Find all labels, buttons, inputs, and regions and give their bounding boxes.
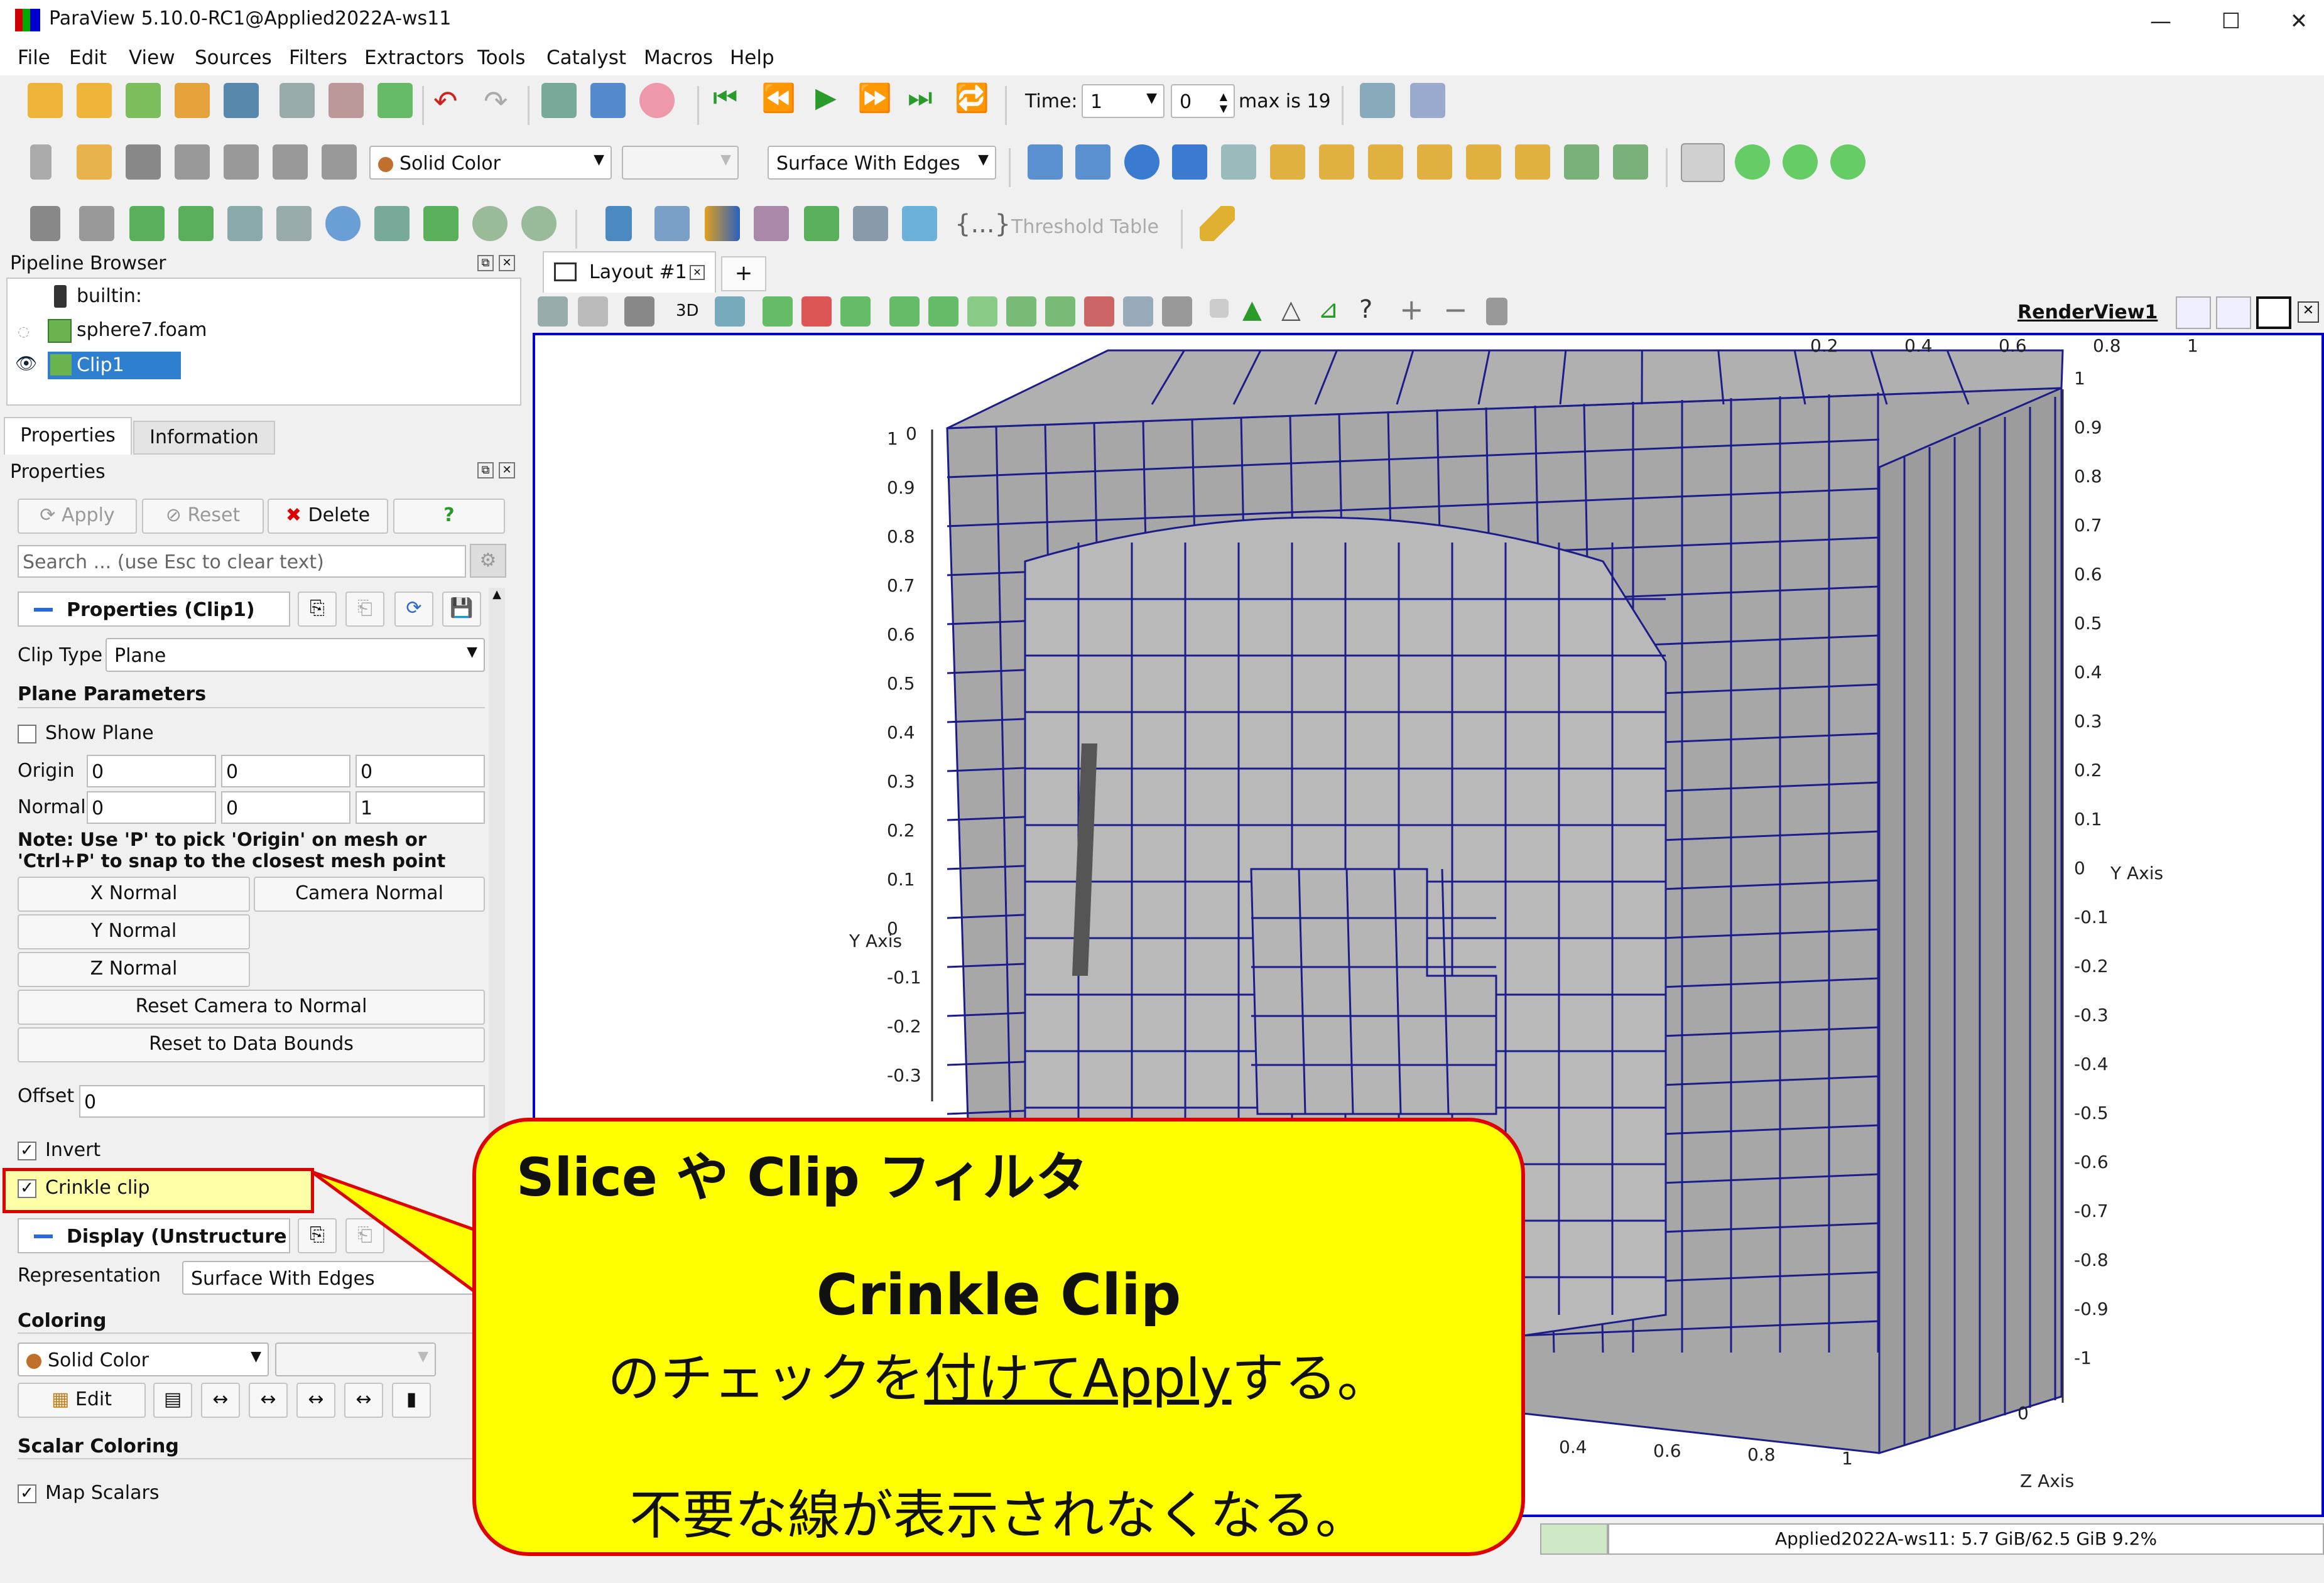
callout-line1-underlined: 付けてApply [924, 1348, 1232, 1409]
callout-line1: のチェックを付けてApplyする。 [476, 1336, 1521, 1412]
callout-line1-post: する。 [1231, 1348, 1390, 1409]
callout-subtitle: Crinkle Clip [816, 1262, 1181, 1328]
callout-line2: 不要な線が表示されなくなる。 [629, 1484, 1368, 1546]
callout-line1-pre: のチェックを [607, 1348, 925, 1409]
callout-title: Slice や Clip フィルタ [516, 1147, 1089, 1208]
callout-box: Slice や Clip フィルタ Crinkle Clip のチェックを付けて… [472, 1118, 1525, 1556]
